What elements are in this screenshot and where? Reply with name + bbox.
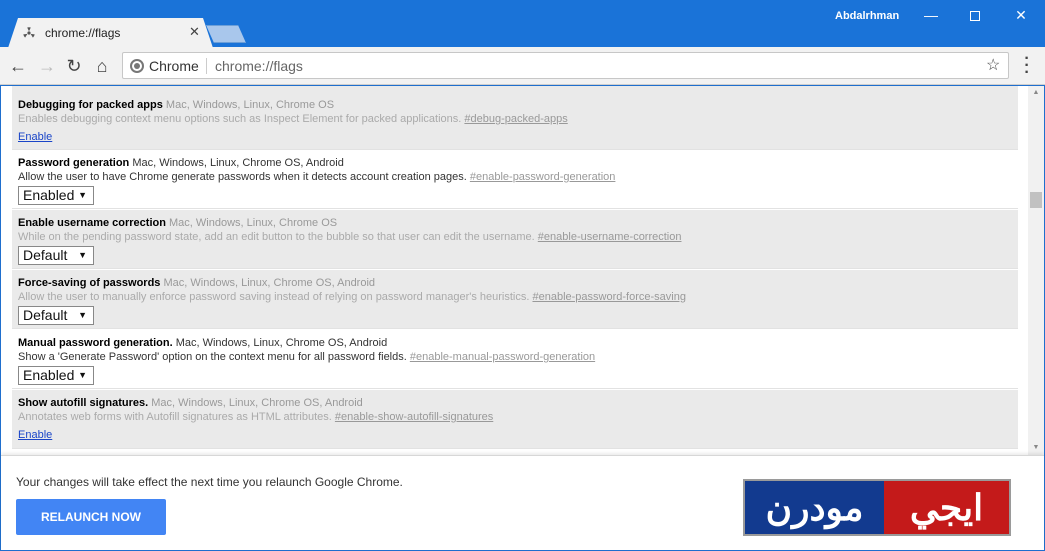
flag-description-line: Show a 'Generate Password' option on the… xyxy=(18,350,1018,365)
address-bar[interactable]: Chrome chrome://flags ☆ xyxy=(122,52,1009,79)
close-window-button[interactable]: ✕ xyxy=(998,0,1044,30)
flag-state-select[interactable]: Enabled ▼ xyxy=(18,186,94,205)
flag-name: Force-saving of passwords xyxy=(18,277,161,289)
flag-state-select[interactable]: Default ▼ xyxy=(18,306,94,325)
flag-description: While on the pending password state, add… xyxy=(18,231,538,243)
home-icon[interactable]: ⌂ xyxy=(92,56,112,76)
flag-title-line: Password generation Mac, Windows, Linux,… xyxy=(18,156,1018,170)
flag-enable-link[interactable]: Enable xyxy=(18,429,52,441)
logo-left-text: مودرن xyxy=(745,481,884,534)
chrome-icon xyxy=(130,59,144,73)
flag-row: Enable username correction Mac, Windows,… xyxy=(12,210,1018,269)
flag-description: Allow the user to have Chrome generate p… xyxy=(18,171,470,183)
flag-description: Annotates web forms with Autofill signat… xyxy=(18,411,335,423)
flag-row: Manual password generation. Mac, Windows… xyxy=(12,330,1018,389)
flag-description-line: Allow the user to have Chrome generate p… xyxy=(18,170,1018,185)
menu-icon[interactable]: · · · xyxy=(1019,51,1035,81)
reload-icon[interactable]: ↻ xyxy=(64,56,84,76)
flag-title-line: Show autofill signatures. Mac, Windows, … xyxy=(18,396,1018,410)
flag-state-value: Enabled xyxy=(23,367,75,383)
site-logo: مودرن ايجي xyxy=(743,479,1011,536)
relaunch-message: Your changes will take effect the next t… xyxy=(16,475,403,489)
omnibox-url[interactable]: chrome://flags xyxy=(215,58,303,74)
scroll-up-icon[interactable]: ▲ xyxy=(1028,86,1044,100)
flag-title-line: Debugging for packed apps Mac, Windows, … xyxy=(18,98,1018,112)
flag-name: Password generation xyxy=(18,157,130,169)
flag-row: Force-saving of passwords Mac, Windows, … xyxy=(12,270,1018,329)
flag-title-line: Manual password generation. Mac, Windows… xyxy=(18,336,1018,350)
toolbar: ← → ↻ ⌂ Chrome chrome://flags ☆ · · · xyxy=(0,47,1045,85)
flag-hash-link[interactable]: #enable-manual-password-generation xyxy=(410,351,595,363)
profile-name[interactable]: Abdalrhman xyxy=(835,10,899,22)
flag-title-line: Force-saving of passwords Mac, Windows, … xyxy=(18,276,1018,290)
flag-platforms: Mac, Windows, Linux, Chrome OS, Android xyxy=(129,157,344,169)
flag-state-value: Enabled xyxy=(23,187,75,203)
dropdown-arrow-icon: ▼ xyxy=(78,370,87,380)
flags-radiation-icon xyxy=(23,27,35,38)
flag-description: Allow the user to manually enforce passw… xyxy=(18,291,533,303)
omnibox-site-label: Chrome xyxy=(149,58,199,74)
scroll-down-icon[interactable]: ▼ xyxy=(1028,441,1044,455)
flag-title-line: Enable username correction Mac, Windows,… xyxy=(18,216,1018,230)
flag-platforms: Mac, Windows, Linux, Chrome OS, Android xyxy=(148,397,363,409)
forward-icon[interactable]: → xyxy=(37,56,57,76)
flag-platforms: Mac, Windows, Linux, Chrome OS xyxy=(165,217,338,229)
dropdown-arrow-icon: ▼ xyxy=(78,310,87,320)
maximize-icon xyxy=(970,11,980,22)
flag-state-value: Default xyxy=(23,247,68,263)
bookmark-star-icon[interactable]: ☆ xyxy=(986,55,1000,75)
flag-platforms: Mac, Windows, Linux, Chrome OS, Android xyxy=(160,277,376,289)
tab-flags[interactable]: chrome://flags ✕ xyxy=(8,18,213,48)
logo-right-text: ايجي xyxy=(884,481,1009,534)
flag-hash-link[interactable]: #enable-password-force-saving xyxy=(532,291,685,303)
flag-description: Enables debugging context menu options s… xyxy=(18,113,465,125)
flag-description-line: While on the pending password state, add… xyxy=(18,230,1018,245)
flag-hash-link[interactable]: #enable-username-correction xyxy=(538,231,682,243)
relaunch-bar: Your changes will take effect the next t… xyxy=(1,455,1044,550)
flag-name: Show autofill signatures. xyxy=(18,397,149,409)
flag-state-select[interactable]: Enabled ▼ xyxy=(18,366,94,385)
page-scrollbar[interactable]: ▲ ▼ xyxy=(1028,86,1044,455)
flag-row: Show autofill signatures. Mac, Windows, … xyxy=(12,390,1018,449)
dropdown-arrow-icon: ▼ xyxy=(78,250,87,260)
maximize-button[interactable] xyxy=(952,0,998,30)
back-icon[interactable]: ← xyxy=(8,56,28,76)
flag-name: Manual password generation. xyxy=(18,337,173,349)
flag-name: Enable username correction xyxy=(18,217,166,229)
relaunch-now-button[interactable]: RELAUNCH NOW xyxy=(16,499,166,535)
flag-description: Show a 'Generate Password' option on the… xyxy=(18,351,410,363)
flag-hash-link[interactable]: #enable-show-autofill-signatures xyxy=(335,411,493,423)
flag-hash-link[interactable]: #enable-password-generation xyxy=(470,171,616,183)
tab-close-icon[interactable]: ✕ xyxy=(189,24,200,40)
dropdown-arrow-icon: ▼ xyxy=(78,190,87,200)
scroll-thumb[interactable] xyxy=(1030,192,1042,208)
flag-platforms: Mac, Windows, Linux, Chrome OS, Android xyxy=(172,337,388,349)
tab-title: chrome://flags xyxy=(45,26,121,40)
flags-page: Debugging for packed apps Mac, Windows, … xyxy=(1,86,1028,455)
flag-hash-link[interactable]: #debug-packed-apps xyxy=(464,113,567,125)
flag-description-line: Annotates web forms with Autofill signat… xyxy=(18,410,1018,425)
flag-enable-link[interactable]: Enable xyxy=(18,131,52,143)
flag-state-select[interactable]: Default ▼ xyxy=(18,246,94,265)
flag-row: Password generation Mac, Windows, Linux,… xyxy=(12,150,1018,209)
flag-name: Debugging for packed apps xyxy=(18,99,163,111)
flag-row: Debugging for packed apps Mac, Windows, … xyxy=(12,86,1018,150)
omnibox-separator xyxy=(206,58,207,74)
flag-description-line: Enables debugging context menu options s… xyxy=(18,112,1018,127)
minimize-button[interactable]: — xyxy=(908,0,954,30)
flag-state-value: Default xyxy=(23,307,68,323)
flag-description-line: Allow the user to manually enforce passw… xyxy=(18,290,1018,305)
flag-platforms: Mac, Windows, Linux, Chrome OS xyxy=(162,99,335,111)
